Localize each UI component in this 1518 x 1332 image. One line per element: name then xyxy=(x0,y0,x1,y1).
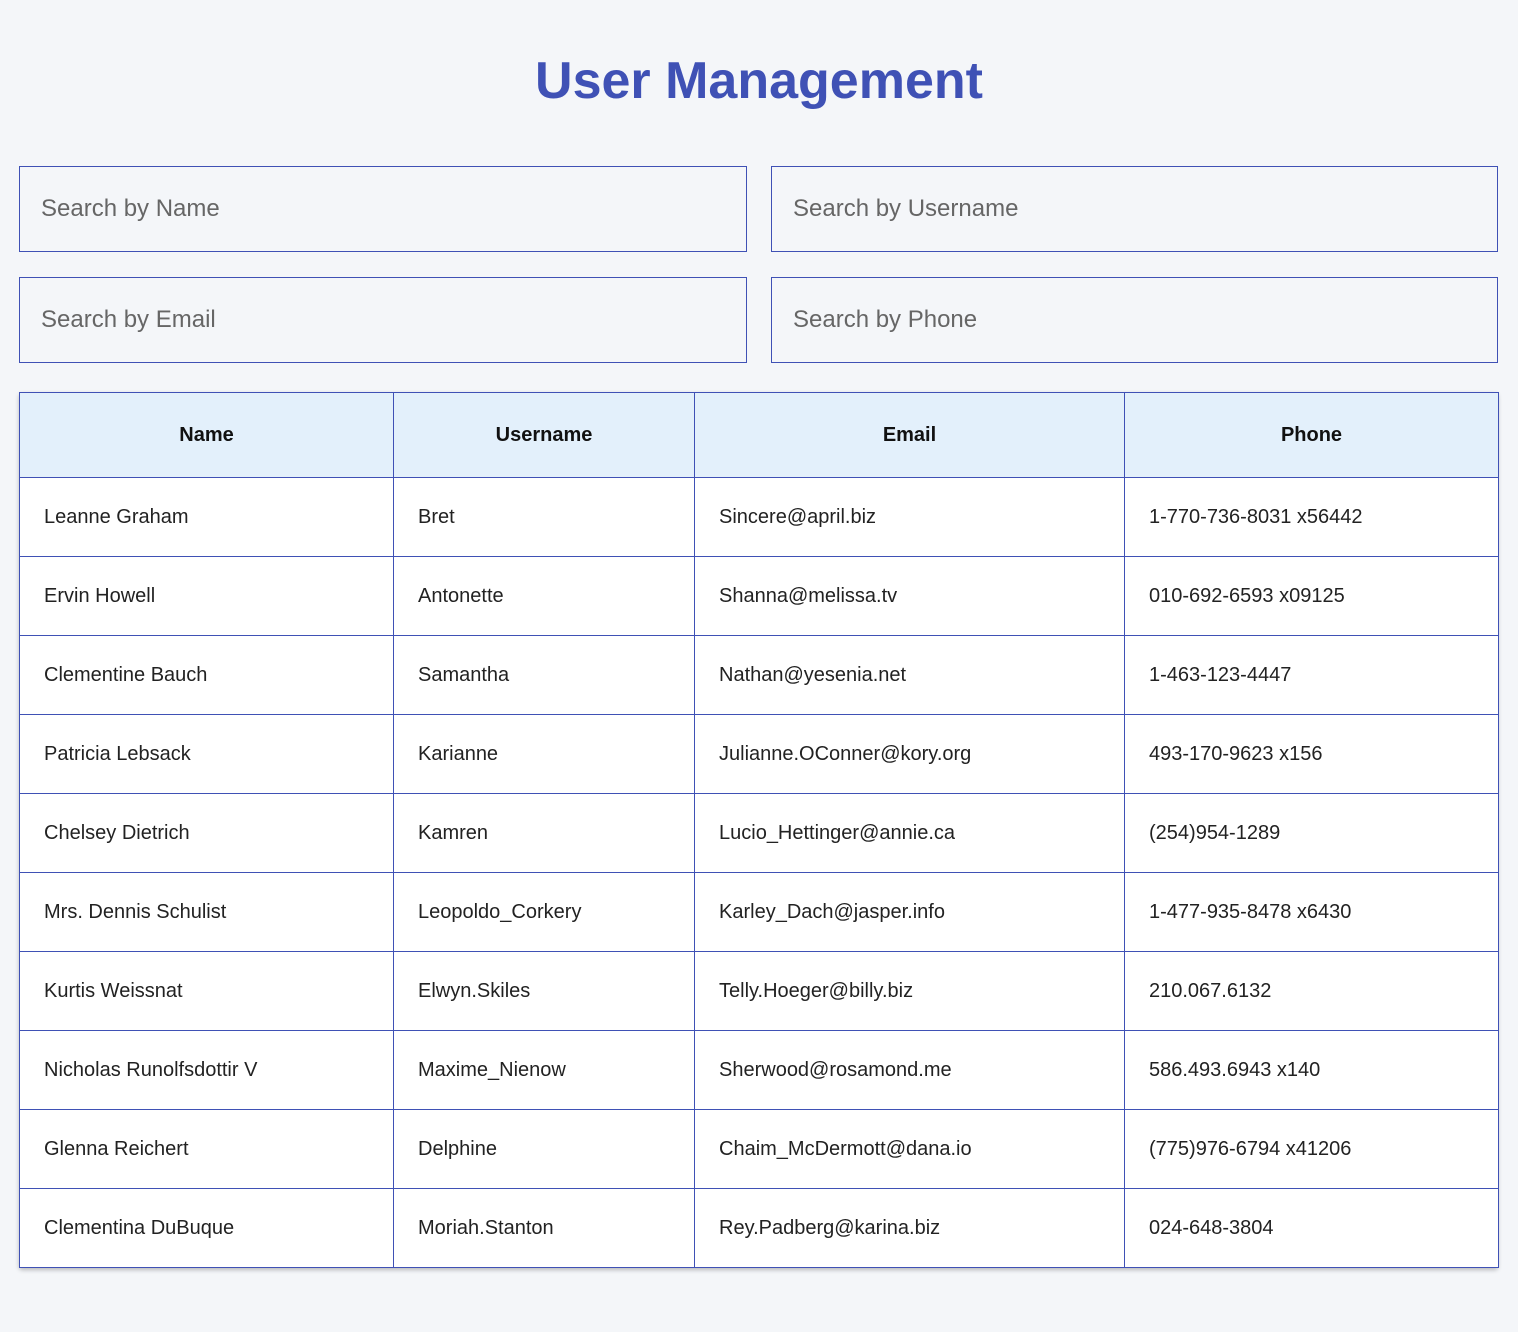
cell-phone: 1-463-123-4447 xyxy=(1124,635,1499,715)
cell-phone: 010-692-6593 x09125 xyxy=(1124,556,1499,636)
cell-email: Julianne.OConner@kory.org xyxy=(694,714,1125,794)
cell-email: Lucio_Hettinger@annie.ca xyxy=(694,793,1125,873)
cell-email: Rey.Padberg@karina.biz xyxy=(694,1188,1125,1268)
column-header-email[interactable]: Email xyxy=(694,392,1125,478)
table-row[interactable]: Nicholas Runolfsdottir V Maxime_Nienow S… xyxy=(19,1030,1499,1110)
users-table-container: Name Username Email Phone Leanne Graham … xyxy=(19,392,1499,1268)
table-row[interactable]: Kurtis Weissnat Elwyn.Skiles Telly.Hoege… xyxy=(19,951,1499,1031)
cell-phone: 1-477-935-8478 x6430 xyxy=(1124,872,1499,952)
table-row[interactable]: Chelsey Dietrich Kamren Lucio_Hettinger@… xyxy=(19,793,1499,873)
cell-username: Maxime_Nienow xyxy=(393,1030,695,1110)
search-filters xyxy=(19,166,1498,363)
column-header-phone[interactable]: Phone xyxy=(1124,392,1499,478)
table-row[interactable]: Patricia Lebsack Karianne Julianne.OConn… xyxy=(19,714,1499,794)
user-management-page: User Management Name Username Email Phon… xyxy=(0,0,1518,1332)
cell-name: Glenna Reichert xyxy=(19,1109,394,1189)
table-header-row: Name Username Email Phone xyxy=(19,392,1499,478)
search-username-input[interactable] xyxy=(771,166,1498,252)
cell-name: Chelsey Dietrich xyxy=(19,793,394,873)
cell-phone: (775)976-6794 x41206 xyxy=(1124,1109,1499,1189)
cell-name: Leanne Graham xyxy=(19,477,394,557)
cell-email: Karley_Dach@jasper.info xyxy=(694,872,1125,952)
table-row[interactable]: Clementina DuBuque Moriah.Stanton Rey.Pa… xyxy=(19,1188,1499,1268)
cell-email: Sherwood@rosamond.me xyxy=(694,1030,1125,1110)
search-name-input[interactable] xyxy=(19,166,747,252)
cell-email: Sincere@april.biz xyxy=(694,477,1125,557)
cell-username: Leopoldo_Corkery xyxy=(393,872,695,952)
users-table-body: Leanne Graham Bret Sincere@april.biz 1-7… xyxy=(19,477,1499,1268)
cell-phone: 024-648-3804 xyxy=(1124,1188,1499,1268)
column-header-name[interactable]: Name xyxy=(19,392,394,478)
cell-phone: 210.067.6132 xyxy=(1124,951,1499,1031)
page-title: User Management xyxy=(535,52,983,110)
cell-username: Kamren xyxy=(393,793,695,873)
table-row[interactable]: Ervin Howell Antonette Shanna@melissa.tv… xyxy=(19,556,1499,636)
search-phone-input[interactable] xyxy=(771,277,1498,363)
cell-name: Kurtis Weissnat xyxy=(19,951,394,1031)
cell-username: Antonette xyxy=(393,556,695,636)
cell-phone: 1-770-736-8031 x56442 xyxy=(1124,477,1499,557)
cell-email: Chaim_McDermott@dana.io xyxy=(694,1109,1125,1189)
table-row[interactable]: Mrs. Dennis Schulist Leopoldo_Corkery Ka… xyxy=(19,872,1499,952)
search-email-input[interactable] xyxy=(19,277,747,363)
cell-email: Nathan@yesenia.net xyxy=(694,635,1125,715)
cell-phone: 493-170-9623 x156 xyxy=(1124,714,1499,794)
cell-username: Moriah.Stanton xyxy=(393,1188,695,1268)
cell-name: Clementine Bauch xyxy=(19,635,394,715)
cell-username: Elwyn.Skiles xyxy=(393,951,695,1031)
cell-username: Bret xyxy=(393,477,695,557)
table-row[interactable]: Clementine Bauch Samantha Nathan@yesenia… xyxy=(19,635,1499,715)
cell-email: Shanna@melissa.tv xyxy=(694,556,1125,636)
cell-username: Samantha xyxy=(393,635,695,715)
column-header-username[interactable]: Username xyxy=(393,392,695,478)
cell-email: Telly.Hoeger@billy.biz xyxy=(694,951,1125,1031)
cell-name: Patricia Lebsack xyxy=(19,714,394,794)
cell-phone: 586.493.6943 x140 xyxy=(1124,1030,1499,1110)
cell-name: Nicholas Runolfsdottir V xyxy=(19,1030,394,1110)
table-row[interactable]: Glenna Reichert Delphine Chaim_McDermott… xyxy=(19,1109,1499,1189)
users-table: Name Username Email Phone Leanne Graham … xyxy=(19,392,1499,1268)
cell-username: Karianne xyxy=(393,714,695,794)
cell-username: Delphine xyxy=(393,1109,695,1189)
cell-phone: (254)954-1289 xyxy=(1124,793,1499,873)
table-row[interactable]: Leanne Graham Bret Sincere@april.biz 1-7… xyxy=(19,477,1499,557)
cell-name: Ervin Howell xyxy=(19,556,394,636)
cell-name: Mrs. Dennis Schulist xyxy=(19,872,394,952)
cell-name: Clementina DuBuque xyxy=(19,1188,394,1268)
